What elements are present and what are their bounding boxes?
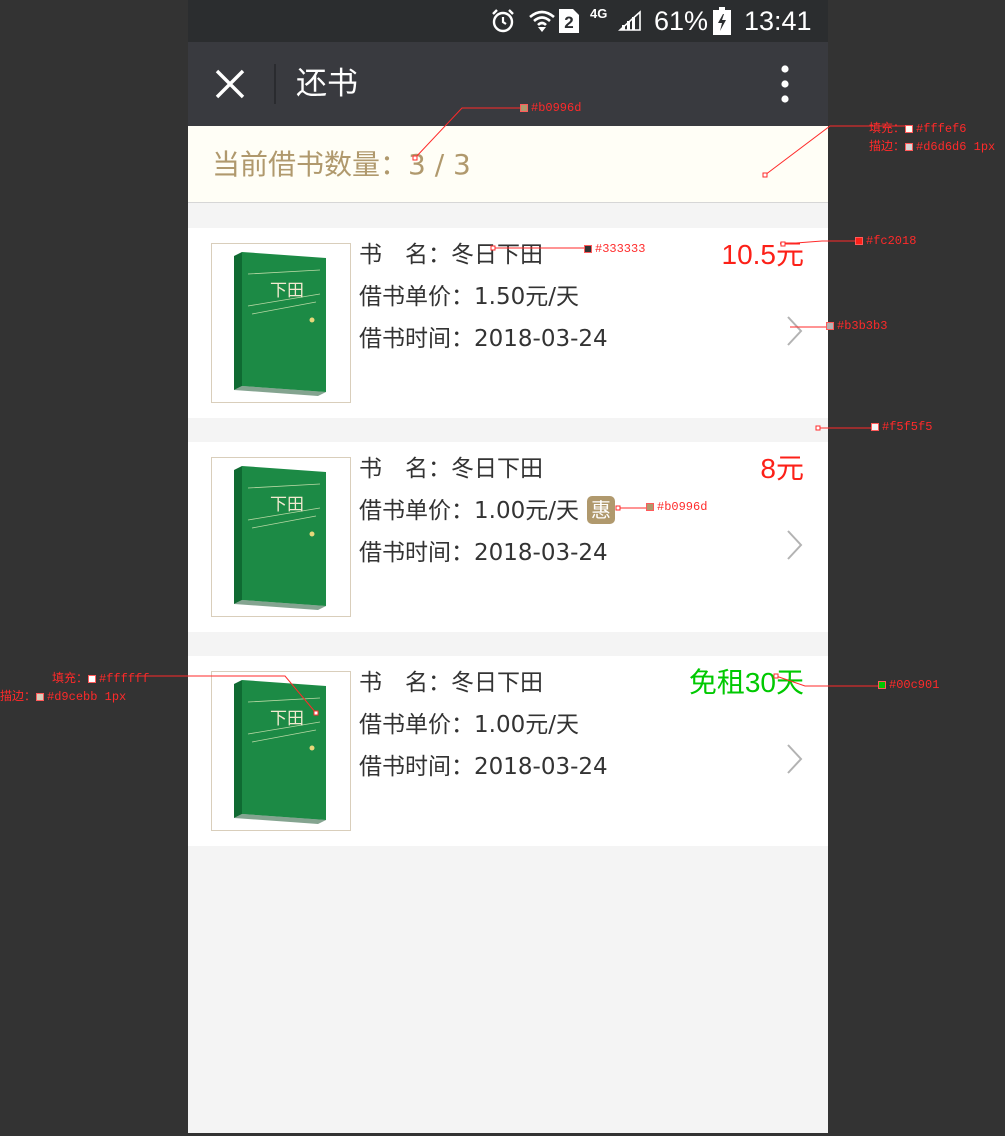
borrow-time: 2018-03-24: [474, 326, 608, 352]
book-card[interactable]: 下田 书 名：冬日下田 借书单价：1.50元/天 借书时间：2018-03-24…: [188, 228, 828, 418]
book-name-label: 书 名：: [359, 242, 451, 268]
book-cover: 下田: [211, 457, 351, 617]
amount: 8元: [760, 453, 804, 484]
book-name-row: 书 名：冬日下田: [359, 240, 543, 270]
borrow-count-text: 当前借书数量：3 / 3: [212, 148, 471, 181]
book-name-row: 书 名：冬日下田: [359, 454, 543, 484]
book-name: 冬日下田: [451, 242, 543, 268]
nav-bar: 还书: [188, 42, 828, 126]
unit-price-label: 借书单价：: [359, 498, 474, 524]
battery-percent: 61%: [654, 5, 709, 36]
book-name-label: 书 名：: [359, 456, 451, 482]
annotation-fill: 填充： #ffffff: [52, 672, 150, 686]
sim-slot-label: 2: [564, 13, 573, 32]
amount: 免租30天: [688, 667, 804, 698]
cover-title: 下田: [270, 495, 304, 515]
sim-icon: 2: [559, 0, 579, 42]
wifi-icon: [528, 0, 556, 42]
battery-icon: [713, 0, 731, 42]
amount: 10.5元: [721, 239, 805, 270]
book-cover: 下田: [211, 243, 351, 403]
borrow-time-label: 借书时间：: [359, 754, 474, 780]
annotation-color: #00c901: [878, 678, 939, 692]
annotation-stroke: 描边： #d6d6d6 1px: [869, 140, 996, 154]
borrow-time: 2018-03-24: [474, 540, 608, 566]
unit-price-label: 借书单价：: [359, 284, 474, 310]
annotation-color: #f5f5f5: [871, 420, 932, 434]
network-type: 4G: [590, 5, 608, 21]
borrow-time-row: 借书时间：2018-03-24: [359, 324, 608, 354]
page-title: 还书: [296, 66, 358, 101]
signal-icon: [618, 0, 642, 42]
cover-title: 下田: [270, 709, 304, 729]
annotation-color: #b0996d: [520, 101, 581, 115]
close-icon[interactable]: [210, 64, 250, 104]
annotation-fill: 填充： #fffef6: [869, 122, 967, 136]
book-name-label: 书 名：: [359, 670, 451, 696]
clock: 13:41: [744, 5, 812, 36]
annotation-stroke: 描边： #d9cebb 1px: [0, 690, 127, 704]
borrow-time-label: 借书时间：: [359, 540, 474, 566]
book-card[interactable]: 下田 书 名：冬日下田 借书单价：1.00元/天 借书时间：2018-03-24…: [188, 656, 828, 846]
unit-price-row: 借书单价：1.00元/天: [359, 710, 579, 740]
status-bar: 2 4G 61% 13:41: [188, 0, 828, 42]
alarm-icon: [490, 0, 516, 42]
borrow-time-row: 借书时间：2018-03-24: [359, 752, 608, 782]
annotation-color: #fc2018: [855, 234, 916, 248]
borrow-time: 2018-03-24: [474, 754, 608, 780]
annotation-color: #b0996d: [646, 500, 707, 514]
unit-price-row: 借书单价：1.50元/天: [359, 282, 579, 312]
unit-price: 1.50元/天: [474, 284, 579, 310]
nav-divider: [274, 64, 276, 104]
unit-price: 1.00元/天: [474, 712, 579, 738]
book-card[interactable]: 下田 书 名：冬日下田 借书单价：1.00元/天惠 借书时间：2018-03-2…: [188, 442, 828, 632]
unit-price-row: 借书单价：1.00元/天惠: [359, 495, 615, 526]
unit-price-label: 借书单价：: [359, 712, 474, 738]
book-name: 冬日下田: [451, 456, 543, 482]
borrow-time-row: 借书时间：2018-03-24: [359, 538, 608, 568]
borrow-time-label: 借书时间：: [359, 326, 474, 352]
chevron-right-icon[interactable]: [784, 528, 806, 562]
unit-price: 1.00元/天: [474, 498, 579, 524]
chevron-right-icon[interactable]: [784, 314, 806, 348]
chevron-right-icon[interactable]: [784, 742, 806, 776]
discount-badge: 惠: [586, 495, 615, 524]
phone-screen: 2 4G 61% 13:41 还书 当前借书数量：3 / 3 下田 书 名：冬日…: [188, 0, 828, 1133]
more-vertical-icon[interactable]: [770, 64, 800, 104]
book-name: 冬日下田: [451, 670, 543, 696]
borrow-count-banner: 当前借书数量：3 / 3: [188, 126, 828, 203]
annotation-color: #333333: [584, 242, 645, 256]
annotation-color: #b3b3b3: [826, 319, 887, 333]
book-name-row: 书 名：冬日下田: [359, 668, 543, 698]
book-cover: 下田: [211, 671, 351, 831]
cover-title: 下田: [270, 281, 304, 301]
